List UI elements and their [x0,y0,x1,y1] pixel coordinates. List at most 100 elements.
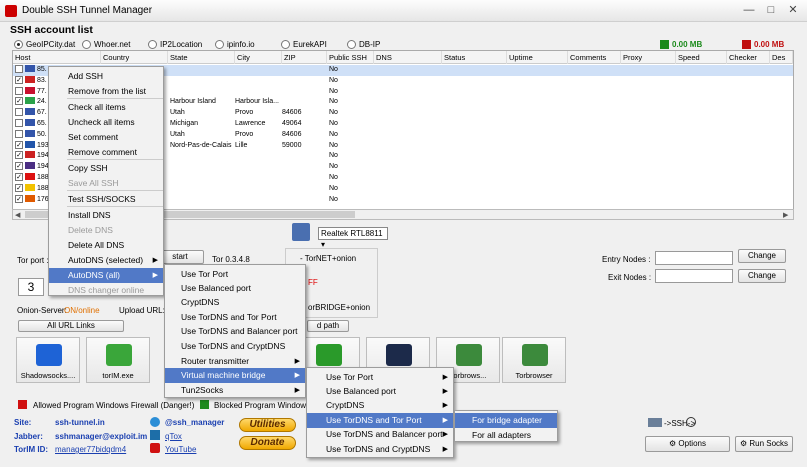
exit-change-button[interactable]: Change [738,269,786,283]
all-url-links-button[interactable]: All URL Links [18,320,124,332]
row-checkbox[interactable] [15,119,23,127]
row-checkbox[interactable]: ✓ [15,97,23,106]
submenu1-item[interactable]: Use TorDNS and CryptDNS [165,339,305,354]
row-state: Harbour Island [170,98,216,106]
col-host[interactable]: Host [13,51,101,64]
col-checker[interactable]: Checker [727,51,770,64]
col-proxy[interactable]: Proxy [621,51,676,64]
col-dns[interactable]: DNS [374,51,442,64]
submenu1-item[interactable]: Use TorDNS and Balancer port [165,324,305,339]
submenu2-item[interactable]: CryptDNS ▶ [307,398,453,413]
row-checkbox[interactable]: ✓ [15,194,23,203]
context-menu-item[interactable]: Save All SSH [49,176,163,191]
context-menu-item[interactable]: DNS changer online [49,283,163,298]
add-path-button[interactable]: d path [307,320,349,332]
tornet-option[interactable]: - TorNET+onion [300,254,356,263]
row-checkbox[interactable]: ✓ [15,173,23,181]
tile-shadowsocks[interactable]: Shadowsocks.... [16,337,80,383]
submenu1-item[interactable]: Router transmitter ▶ [165,354,305,369]
entry-change-button[interactable]: Change [738,249,786,263]
site-link[interactable]: ssh-tunnel.in [55,418,105,427]
col-comments[interactable]: Comments [568,51,621,64]
row-checkbox[interactable]: ✓ [15,151,23,160]
tile-torim[interactable]: torIM.exe [86,337,150,383]
submenu1-item[interactable]: Use TorDNS and Tor Port [165,310,305,325]
submenu3-item[interactable]: For all adapters [455,428,557,443]
col-speed[interactable]: Speed [676,51,727,64]
col-city[interactable]: City [235,51,282,64]
col-uptime[interactable]: Uptime [507,51,568,64]
row-checkbox[interactable] [15,86,23,95]
submenu2-item[interactable]: Use Tor Port ▶ [307,370,453,385]
options-button[interactable]: ⚙ Options [645,436,730,452]
scroll-left-icon[interactable]: ◀ [15,211,20,219]
utilities-button[interactable]: Utilities [239,418,296,432]
entry-nodes-input[interactable] [655,251,733,265]
col-des[interactable]: Des [770,51,793,64]
torbridge-option[interactable]: orBRIDGE+onion [308,303,370,312]
torim-link[interactable]: manager77bidqdm4 [55,445,126,454]
submenu2-item[interactable]: Use TorDNS and Tor Port ▶ [307,413,453,428]
youtube-link[interactable]: YouTube [165,445,196,454]
context-menu-item[interactable]: Remove comment [49,145,163,160]
row-checkbox[interactable]: ✓ [15,162,23,171]
scroll-right-icon[interactable]: ▶ [783,211,788,219]
close-button[interactable]: ✕ [784,3,802,18]
source-geoipcity[interactable]: GeoIPCity.dat [14,38,75,50]
source-dbip[interactable]: DB-IP [347,38,380,50]
col-state[interactable]: State [168,51,235,64]
row-checkbox[interactable] [15,65,23,73]
col-status[interactable]: Status [442,51,507,64]
submenu2-item[interactable]: Use Balanced port ▶ [307,384,453,399]
row-checkbox[interactable]: ✓ [15,183,23,192]
source-eurekapi[interactable]: EurekAPI [281,38,327,50]
qtox-link[interactable]: qTox [165,432,182,441]
context-menu-item[interactable]: Remove from the list [49,84,163,99]
submenu1-item[interactable]: Virtual machine bridge ▶ [165,368,305,383]
context-menu-item[interactable]: Delete All DNS [49,238,163,253]
row-checkbox[interactable] [15,129,23,138]
context-menu-item[interactable]: Check all items [49,100,163,115]
context-menu-item[interactable]: Copy SSH [49,161,163,176]
submenu1-item[interactable]: Use Tor Port [165,267,305,282]
submenu2-item[interactable]: Use TorDNS and Balancer port ▶ [307,427,453,442]
source-ipinfo[interactable]: ipinfo.io [215,38,255,50]
row-checkbox[interactable]: ✓ [15,140,23,149]
source-ip2location[interactable]: IP2Location [148,38,202,50]
adapter-select[interactable]: Realtek RTL8811 ▾ [318,227,388,249]
submenu1-item[interactable]: CryptDNS [165,295,305,310]
country-flag-icon [25,194,35,202]
donate-button[interactable]: Donate [239,436,296,450]
submenu1-item[interactable]: Use Balanced port [165,281,305,296]
submenu3-item[interactable]: For bridge adapter [455,413,557,428]
submenu2-item[interactable]: Use TorDNS and CryptDNS ▶ [307,442,453,457]
row-public-ssh: No [329,141,338,149]
run-socks-button[interactable]: ⚙ Run Socks [735,436,793,452]
context-menu-item[interactable]: Add SSH [49,69,163,84]
tile-torbrowser[interactable]: Torbrowser [502,337,566,383]
context-menu-item[interactable]: AutoDNS (all) ▶ [49,268,163,283]
context-menu-item[interactable]: Set comment [49,130,163,145]
submenu1-item[interactable]: Tun2Socks ▶ [165,383,305,398]
context-menu-item[interactable]: Delete DNS [49,223,163,238]
row-checkbox[interactable] [15,108,23,117]
col-country[interactable]: Country [101,51,168,64]
context-menu-item[interactable]: Test SSH/SOCKS [49,192,163,207]
row-checkbox[interactable]: ✓ [15,75,23,84]
maximize-button[interactable]: □ [762,3,780,18]
jabber-link[interactable]: sshmanager@exploit.im [55,432,147,441]
context-menu-item[interactable]: Install DNS [49,208,163,223]
col-zip[interactable]: ZIP [282,51,327,64]
row-public-ssh: No [329,98,338,106]
window-title: Double SSH Tunnel Manager [22,5,153,16]
row-public-ssh: No [329,130,338,138]
context-menu-item[interactable]: Uncheck all items [49,115,163,130]
context-menu-item[interactable]: AutoDNS (selected) ▶ [49,253,163,268]
exit-nodes-input[interactable] [655,269,733,283]
row-public-ssh: No [329,163,338,171]
tor-port-input[interactable]: 3 [18,278,44,296]
minimize-button[interactable]: — [740,3,758,18]
telegram-link[interactable]: @ssh_manager [165,418,224,427]
col-public-ssh[interactable]: Public SSH [327,51,374,64]
source-whoer[interactable]: Whoer.net [82,38,130,50]
